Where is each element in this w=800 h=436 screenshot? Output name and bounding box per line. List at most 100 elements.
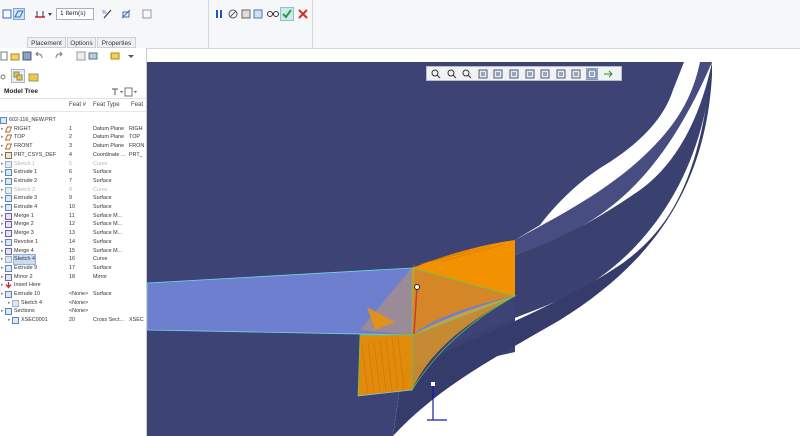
redo-icon[interactable] — [54, 51, 64, 61]
zoom-out-icon[interactable] — [462, 69, 472, 79]
open-icon[interactable] — [10, 51, 20, 61]
folder-browser-tab-icon[interactable] — [28, 71, 39, 82]
tree-row[interactable]: ▸ Revolve 1 14 Surface — [0, 238, 146, 247]
surface-extrude-icon[interactable] — [13, 8, 25, 20]
undo-icon[interactable] — [34, 51, 44, 61]
tree-row-feat-type: Mirror — [93, 273, 108, 280]
tree-row[interactable]: ▸ Extrude 2 7 Surface — [0, 177, 146, 186]
tree-row[interactable]: ▸ Mirror 2 18 Mirror — [0, 273, 146, 282]
model-tree-tab-icon[interactable] — [11, 69, 25, 83]
refit-icon[interactable] — [431, 69, 441, 79]
regenerate-icon[interactable] — [76, 51, 86, 61]
graphics-window[interactable] — [147, 62, 800, 436]
tree-row[interactable]: ▸ FRONT 3 Datum Plane FRON — [0, 142, 146, 151]
tree-row[interactable]: ▸ Sketch 4 <None> — [0, 299, 146, 308]
tree-row[interactable]: ▸ Merge 4 15 Surface M... — [0, 247, 146, 256]
depth-value-input[interactable]: 1 Item(s) — [56, 8, 94, 20]
no-preview-icon[interactable] — [227, 8, 239, 20]
tree-row[interactable]: ▸ XSEC0001 20 Cross Sect... XSEC — [0, 316, 146, 325]
tree-row-label: Extrude 4 — [14, 204, 38, 210]
tree-row[interactable]: ▸ PRT_CSYS_DEF 4 Coordinate ... PRT_ — [0, 151, 146, 160]
tree-row[interactable]: ▸ Sketch 4 16 Curve — [0, 254, 146, 265]
thicken-icon[interactable] — [141, 8, 153, 20]
extrude-icon — [5, 204, 12, 211]
model-tree-display-icon[interactable] — [603, 69, 613, 79]
datum-plane-icon — [4, 143, 13, 150]
model-geometry[interactable] — [147, 62, 800, 436]
saved-orientations-icon[interactable] — [509, 69, 519, 79]
tree-row[interactable]: ▸ TOP 2 Datum Plane TOP — [0, 133, 146, 142]
revolve-icon — [5, 238, 12, 246]
tree-row[interactable]: ▸ Extrude 9 17 Surface — [0, 264, 146, 273]
tree-row-feat-type: Surface — [93, 177, 112, 184]
tree-row[interactable]: ▸ Merge 2 12 Surface M... — [0, 220, 146, 229]
tree-show-icon[interactable] — [124, 87, 138, 97]
tree-row[interactable]: ▸ Sketch 1 5 Curve — [0, 160, 146, 169]
remove-material-icon[interactable] — [120, 8, 132, 20]
tree-row-label: Merge 2 — [14, 221, 34, 228]
tree-row-feat-num: 3 — [69, 143, 72, 150]
tree-row-feat-type: Curve — [93, 186, 108, 193]
tree-row-label: Sketch 1 — [14, 160, 35, 167]
zoom-in-icon[interactable] — [447, 69, 457, 79]
cancel-x-icon[interactable] — [297, 8, 309, 20]
flip-direction-icon[interactable]: % — [101, 8, 113, 20]
tree-row-feat-num: 14 — [69, 238, 75, 245]
depth-option-icon[interactable] — [32, 8, 52, 20]
annotation-display-icon[interactable] — [571, 69, 581, 79]
save-icon[interactable] — [22, 51, 32, 61]
model-tree-column-header: Feat # Feat Type Feat — [0, 101, 146, 112]
tree-row-feat-type: Surface — [93, 195, 112, 202]
tree-row[interactable]: ▸ Merge 3 13 Surface M... — [0, 229, 146, 238]
ok-check-icon[interactable] — [280, 7, 294, 21]
model-tree-header: Model Tree — [0, 86, 146, 99]
display-style-icon[interactable] — [493, 69, 503, 79]
solid-extrude-icon[interactable] — [1, 8, 13, 20]
tree-settings-icon[interactable] — [110, 87, 124, 97]
column-feat-extra[interactable]: Feat — [131, 102, 143, 108]
tree-row-label: Sketch 3 — [14, 186, 35, 193]
tree-row-label: PRT_CSYS_DEF — [14, 151, 57, 158]
tree-row[interactable]: ▸ Merge 1 11 Surface M... — [0, 212, 146, 221]
tree-row[interactable]: ▸ RIGHT 1 Datum Plane RIGH — [0, 125, 146, 134]
tree-row[interactable]: ▸ Extrude 1 6 Surface — [0, 168, 146, 177]
datum-plane-icon — [4, 134, 13, 141]
tree-row[interactable]: ▸ Insert Here — [0, 281, 146, 290]
tree-row[interactable]: ▸ Sections <None> — [0, 307, 146, 316]
verify-icon[interactable] — [252, 8, 264, 20]
navigator-toggle-icon[interactable] — [0, 72, 10, 82]
tree-row-feat-type: Curve — [93, 160, 108, 167]
tree-row-feat-num: 15 — [69, 247, 75, 254]
tree-row[interactable]: ▸ Extrude 3 9 Surface — [0, 194, 146, 203]
repaint-icon[interactable] — [478, 69, 488, 79]
windows-icon[interactable] — [88, 51, 98, 61]
close-icon[interactable] — [110, 51, 120, 61]
feature-dashboard: 1 Item(s) % Placement Options Properties — [0, 0, 800, 49]
tree-row-label: Sketch 4 — [21, 299, 42, 306]
merge-icon — [5, 247, 12, 255]
preview-icon[interactable] — [240, 8, 252, 20]
pause-icon[interactable] — [213, 8, 225, 20]
perspective-icon[interactable] — [540, 69, 550, 79]
tab-placement[interactable]: Placement — [27, 37, 66, 48]
view-manager-icon[interactable] — [525, 69, 535, 79]
tab-properties[interactable]: Properties — [97, 37, 136, 48]
new-icon[interactable] — [0, 51, 10, 61]
tree-row-feat-num: 5 — [69, 160, 72, 167]
tree-row-feat-type: Curve — [93, 256, 108, 263]
tree-row[interactable]: ▸ Extrude 10 <None> Surface — [0, 290, 146, 299]
datum-display-icon[interactable] — [556, 69, 566, 79]
tree-row-feat-type: Cross Sect... — [93, 317, 124, 324]
spin-center-icon[interactable] — [586, 68, 598, 80]
tree-row[interactable]: 602-116_NEW.PRT — [0, 116, 146, 125]
column-feat-type[interactable]: Feat Type — [93, 102, 120, 108]
more-icon[interactable] — [126, 51, 136, 61]
tab-options[interactable]: Options — [67, 37, 96, 48]
glasses-icon[interactable] — [265, 8, 279, 20]
tree-row-feat-type: Datum Plane — [93, 125, 125, 132]
sections-icon — [5, 308, 12, 316]
tree-row[interactable]: ▸ Sketch 3 8 Curve — [0, 186, 146, 195]
tree-row-label: Extrude 9 — [14, 264, 38, 271]
column-feat-num[interactable]: Feat # — [69, 102, 86, 108]
tree-row[interactable]: ▸ Extrude 4 10 Surface — [0, 203, 146, 212]
